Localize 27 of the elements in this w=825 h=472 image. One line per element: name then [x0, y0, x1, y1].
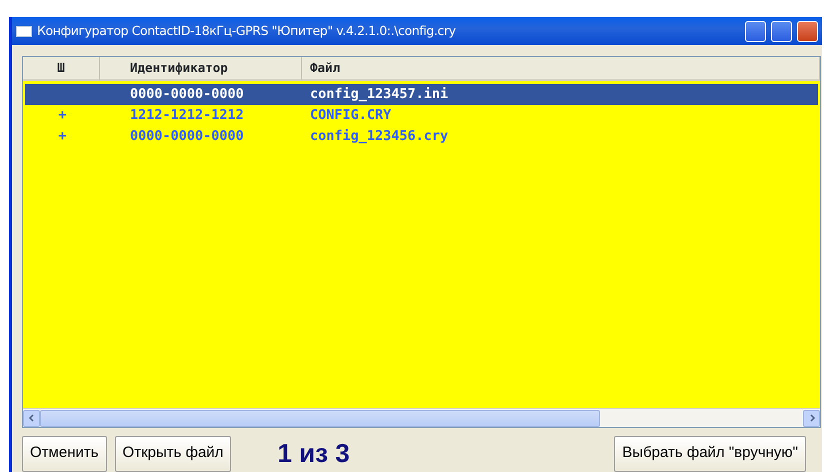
column-header[interactable]: Ш	[23, 57, 100, 81]
table-cell-text: 0000-0000-0000	[129, 85, 245, 104]
column-header[interactable]: Файл	[302, 57, 820, 81]
table-cell-text: +	[58, 127, 67, 146]
record-counter: 1 из 3	[277, 437, 350, 470]
button[interactable]: Отменить	[22, 436, 107, 472]
close-button[interactable]	[797, 20, 818, 42]
table-row[interactable]: + 1212-1212-1212 CONFIG.CRY	[25, 105, 818, 126]
table-row[interactable]: + 0000-0000-0000 config_123456.cry	[25, 126, 818, 147]
scroll-left-button[interactable]	[23, 410, 40, 426]
manual-select-button[interactable]: Выбрать файл "вручную"	[614, 436, 806, 472]
table-cell-text: CONFIG.CRY	[309, 106, 392, 126]
app-icon	[16, 26, 32, 36]
column-header[interactable]: Идентификатор	[100, 57, 302, 81]
table-cell-text: 0000-0000-0000	[129, 127, 245, 146]
horizontal-scrollbar[interactable]	[23, 408, 820, 427]
maximize-button[interactable]	[771, 20, 792, 42]
button[interactable]: Открыть файл	[114, 436, 232, 472]
scroll-right-button[interactable]	[803, 410, 820, 426]
table-cell-text: config_123457.ini	[309, 85, 450, 104]
table-cell-text: config_123456.cry	[309, 127, 450, 146]
minimize-button[interactable]	[745, 20, 766, 42]
scrollbar-thumb[interactable]	[40, 410, 600, 426]
table-cell-text: 1212-1212-1212	[129, 106, 245, 126]
table-cell-text: +	[58, 106, 67, 126]
table-row[interactable]: 0000-0000-0000 config_123457.ini	[25, 84, 818, 105]
window-title: Конфигуратор ContactID-18кГц-GPRS "Юпитер" v.4.2.1.0:.\config.cry	[37, 22, 457, 40]
